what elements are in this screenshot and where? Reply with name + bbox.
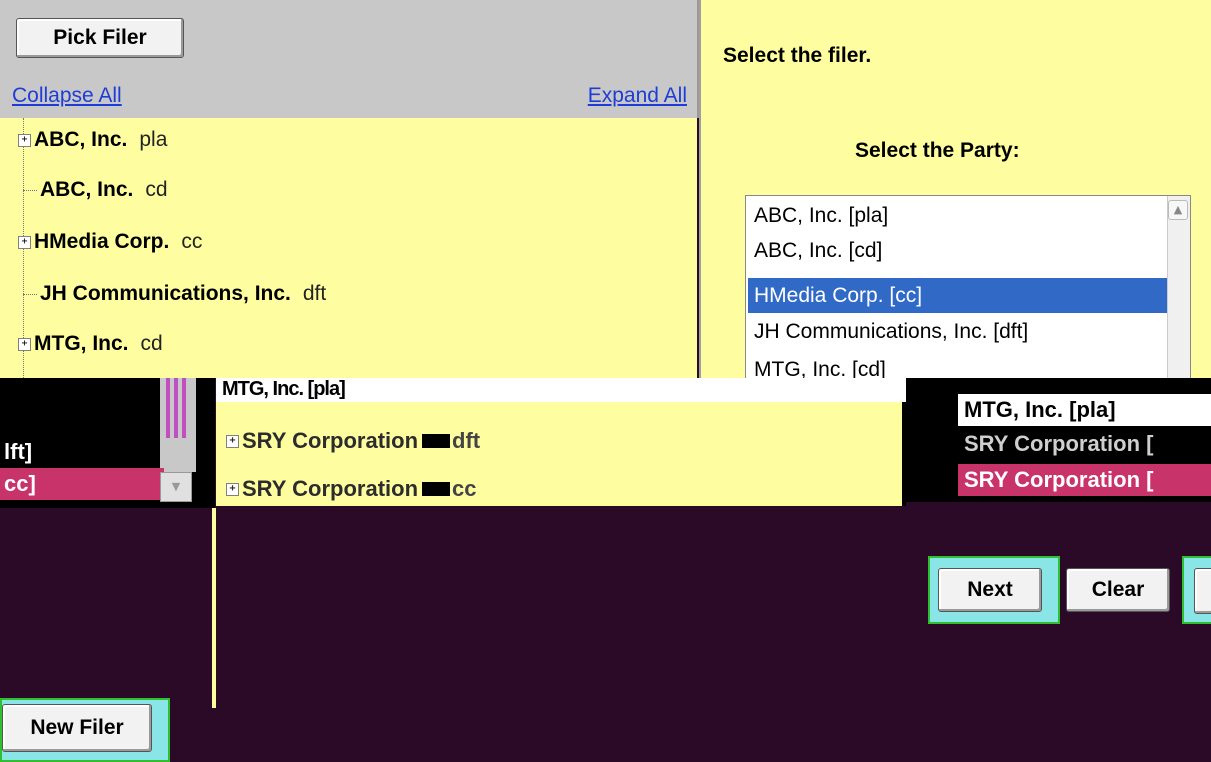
list-item-selected-fragment: SRY Corporation [ — [958, 464, 1211, 496]
scroll-up-arrow-icon[interactable]: ▲ — [1168, 200, 1188, 220]
plus-box-icon[interactable]: + — [18, 133, 31, 147]
party-label: Select the Party: — [855, 139, 1020, 162]
tree-item-sry-dft[interactable]: + SRY Corporation dft — [226, 428, 480, 454]
cut-off-button[interactable] — [1194, 568, 1211, 614]
tree-fragment: + SRY Corporation dft + SRY Corporation … — [216, 402, 906, 506]
glitch-block — [422, 434, 451, 448]
tree-item-role: dft — [302, 282, 327, 305]
bottom-right-fragment: MTG, Inc. [pla] SRY Corporation [ SRY Co… — [906, 378, 1211, 642]
tree-item-abc-cd[interactable]: ABC, Inc. cd — [0, 170, 168, 210]
party-option-selected[interactable]: HMedia Corp. [cc] — [748, 278, 1172, 313]
filer-tree-panel: Pick Filer Collapse All Expand All + ABC… — [0, 0, 699, 378]
party-selection-panel: Select the filer. Select the Party: ABC,… — [699, 0, 1211, 380]
plus-box-icon[interactable]: + — [226, 482, 239, 496]
plus-box-icon[interactable]: + — [226, 434, 239, 448]
strip-text: MTG, Inc. [pla] — [222, 378, 346, 400]
bottom-middle-fragment: MTG, Inc. [pla] + SRY Corporation dft + … — [216, 378, 906, 642]
tree-item-name: ABC, Inc. — [40, 178, 134, 201]
tree-item-name: SRY Corporation — [242, 476, 419, 501]
new-filer-focus-frame: New Filer — [0, 698, 170, 762]
tree-item-jh-dft[interactable]: JH Communications, Inc. dft — [0, 274, 326, 314]
party-option[interactable]: JH Communications, Inc. [dft] — [748, 314, 1172, 349]
tree-item-role: cd — [145, 178, 168, 201]
tree-branch-line — [23, 293, 37, 295]
tree-item-sry-cc[interactable]: + SRY Corporation cc — [226, 476, 477, 502]
list-item-fragment: SRY Corporation [ — [958, 428, 1211, 460]
tree-item-mtg-cd[interactable]: + MTG, Inc. cd — [0, 324, 163, 364]
tree-item-role: cc — [452, 476, 477, 501]
plus-box-icon[interactable]: + — [18, 235, 31, 249]
expand-all-link[interactable]: Expand All — [588, 84, 687, 108]
party-option[interactable]: ABC, Inc. [pla] — [748, 198, 1172, 233]
party-listbox[interactable]: ABC, Inc. [pla] ABC, Inc. [cd] HMedia Co… — [745, 195, 1191, 380]
instruction-text: Select the filer. — [723, 44, 872, 67]
tree-item-name: ABC, Inc. — [34, 128, 128, 151]
tree-item-role: cc — [181, 230, 203, 253]
tree-item-abc-pla[interactable]: + ABC, Inc. pla — [0, 120, 167, 160]
next-button[interactable]: Next — [938, 568, 1042, 612]
list-item-fragment: lft] — [4, 439, 33, 464]
toolbar: Pick Filer — [0, 0, 699, 76]
scroll-down-arrow-icon[interactable]: ▼ — [160, 472, 192, 502]
filer-tree: + ABC, Inc. pla ABC, Inc. cd + HMedia Co… — [0, 118, 697, 378]
glitch-bars — [160, 378, 196, 438]
tree-link-bar: Collapse All Expand All — [0, 76, 699, 118]
collapse-all-link[interactable]: Collapse All — [12, 84, 122, 108]
tree-item-name: HMedia Corp. — [34, 230, 170, 253]
new-filer-button[interactable]: New Filer — [2, 704, 152, 752]
tree-item-hmedia-cc[interactable]: + HMedia Corp. cc — [0, 222, 202, 262]
glitch-block — [422, 482, 451, 496]
bottom-left-background: New Filer — [0, 508, 216, 762]
tree-item-role: cd — [140, 332, 163, 355]
party-option[interactable]: ABC, Inc. [cd] — [748, 233, 1172, 268]
listbox-scrollbar[interactable]: ▲ — [1167, 196, 1190, 379]
tree-item-name: JH Communications, Inc. — [40, 282, 291, 305]
clear-button[interactable]: Clear — [1066, 568, 1170, 612]
tree-item-role: dft — [452, 428, 481, 453]
pick-filer-button[interactable]: Pick Filer — [16, 18, 184, 58]
tree-item-name: MTG, Inc. — [34, 332, 129, 355]
party-option[interactable]: MTG, Inc. [cd] — [748, 352, 1172, 379]
list-item-selected-fragment: cc] — [0, 468, 164, 500]
tree-item-role: pla — [139, 128, 168, 151]
plus-box-icon[interactable]: + — [18, 337, 31, 351]
tree-item-name: SRY Corporation — [242, 428, 419, 453]
next-focus-frame: Next — [928, 556, 1060, 624]
bottom-left-fragment: lft] cc] ▼ New Filer — [0, 378, 216, 762]
cut-off-button-frame — [1182, 556, 1211, 624]
strip-fragment: MTG, Inc. [pla] — [216, 378, 906, 402]
tree-branch-line — [23, 189, 37, 191]
list-item-fragment: MTG, Inc. [pla] — [958, 394, 1211, 426]
